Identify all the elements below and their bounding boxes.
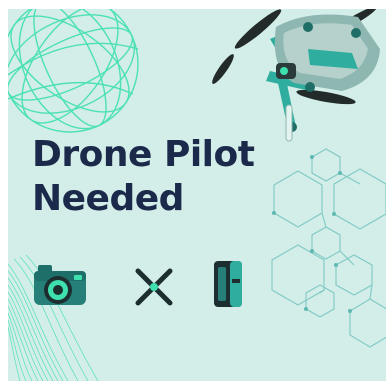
page-title: Drone Pilot Needed bbox=[32, 133, 255, 221]
headline-line-2: Needed bbox=[32, 178, 184, 219]
battery-icon bbox=[214, 261, 242, 307]
poster-card: Drone Pilot Needed bbox=[8, 9, 386, 381]
camera-icon bbox=[34, 265, 86, 305]
propeller-x-icon bbox=[135, 268, 173, 306]
headline-line-1: Drone Pilot bbox=[32, 134, 255, 175]
